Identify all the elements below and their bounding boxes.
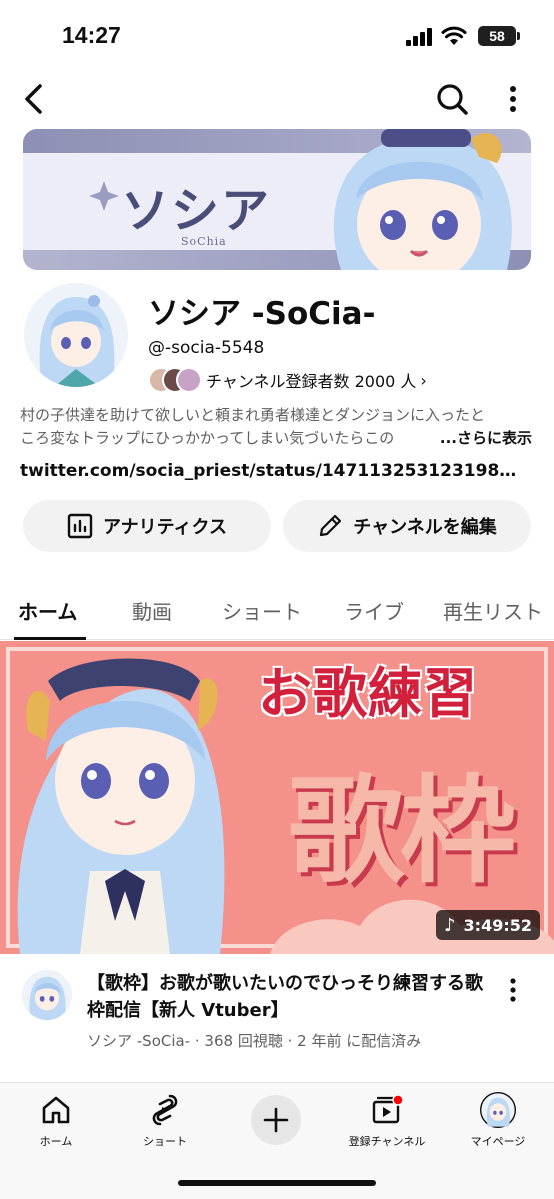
- plus-icon: [263, 1107, 289, 1133]
- battery-icon: 58: [478, 26, 520, 46]
- create-button[interactable]: [251, 1095, 301, 1145]
- more-options-button[interactable]: [500, 82, 526, 116]
- description-line-2: ころ変なトラップにひっかかってしまい気づいたらこの ...さらに表示: [20, 427, 532, 450]
- home-icon: [42, 1096, 70, 1124]
- channel-description[interactable]: 村の子供達を助けて欲しいと頼まれ勇者様達とダンジョンに入ったと ころ変なトラップ…: [20, 404, 532, 450]
- video-channel-avatar[interactable]: [22, 970, 72, 1020]
- signal-icon: [406, 28, 434, 46]
- chevron-right-icon: ›: [420, 370, 427, 390]
- banner-character-art: [333, 129, 512, 270]
- analytics-button[interactable]: アナリティクス: [23, 500, 271, 552]
- status-time: 14:27: [62, 22, 121, 48]
- banner-logo: ソシア SoChia: [89, 167, 313, 257]
- pencil-icon: [320, 514, 342, 537]
- subscriptions-icon: [372, 1094, 404, 1124]
- subscribers-row[interactable]: チャンネル登録者数 2000 人 ›: [148, 366, 427, 394]
- video-thumbnail[interactable]: お歌練習 歌枠 ♪ 3:49:52: [0, 641, 554, 954]
- bottom-nav: ホーム ショート 登録チャンネル マイページ: [0, 1082, 554, 1199]
- channel-tabs: ホーム 動画 ショート ライブ 再生リスト: [0, 588, 554, 640]
- nav-you[interactable]: マイページ: [448, 1091, 548, 1149]
- channel-handle: @-socia-5548: [148, 338, 265, 358]
- video-more-icon[interactable]: [503, 974, 523, 1006]
- channel-name: ソシア -SoCia-: [148, 296, 376, 332]
- edit-channel-button[interactable]: チャンネルを編集: [283, 500, 531, 552]
- tab-playlists[interactable]: 再生リスト: [443, 596, 543, 625]
- duration-badge: ♪ 3:49:52: [436, 910, 540, 940]
- tab-shorts[interactable]: ショート: [222, 596, 302, 625]
- active-tab-indicator: [14, 637, 86, 640]
- music-note-icon: ♪: [444, 914, 456, 936]
- nav-shorts[interactable]: ショート: [115, 1091, 215, 1149]
- channel-banner: ソシア SoChia: [23, 129, 531, 270]
- subscriber-avatars: [148, 367, 206, 393]
- show-more-link[interactable]: ...さらに表示: [421, 427, 532, 450]
- thumbnail-big-text: 歌枠: [288, 763, 516, 899]
- nav-home[interactable]: ホーム: [6, 1091, 106, 1149]
- tab-videos[interactable]: 動画: [132, 596, 172, 625]
- home-indicator: [178, 1180, 376, 1186]
- shorts-icon: [152, 1094, 178, 1126]
- video-stats: ソシア -SoCia- · 368 回視聴 · 2 年前 に配信済み: [87, 1032, 422, 1050]
- tab-home[interactable]: ホーム: [18, 596, 77, 625]
- video-meta: 【歌枠】お歌が歌いたいのでひっそり練習する歌枠配信【新人 Vtuber】 ソシア…: [0, 964, 554, 1064]
- search-button[interactable]: [434, 80, 470, 118]
- subscriber-count: チャンネル登録者数 2000 人: [206, 372, 417, 391]
- description-line: 村の子供達を助けて欲しいと頼まれ勇者様達とダンジョンに入ったと: [20, 406, 486, 424]
- video-title[interactable]: 【歌枠】お歌が歌いたいのでひっそり練習する歌枠配信【新人 Vtuber】: [87, 970, 487, 1024]
- wifi-icon: [441, 26, 467, 45]
- analytics-icon: [67, 513, 93, 539]
- nav-subscriptions[interactable]: 登録チャンネル: [337, 1091, 437, 1149]
- app-header: [0, 70, 554, 128]
- back-button[interactable]: [18, 80, 52, 118]
- tab-live[interactable]: ライブ: [344, 596, 404, 625]
- profile-avatar-icon: [480, 1092, 516, 1128]
- thumbnail-title-text: お歌練習: [258, 661, 478, 725]
- status-bar: 14:27 58: [0, 0, 554, 70]
- channel-link[interactable]: twitter.com/socia_priest/status/14711325…: [20, 461, 525, 481]
- channel-avatar[interactable]: [24, 283, 128, 387]
